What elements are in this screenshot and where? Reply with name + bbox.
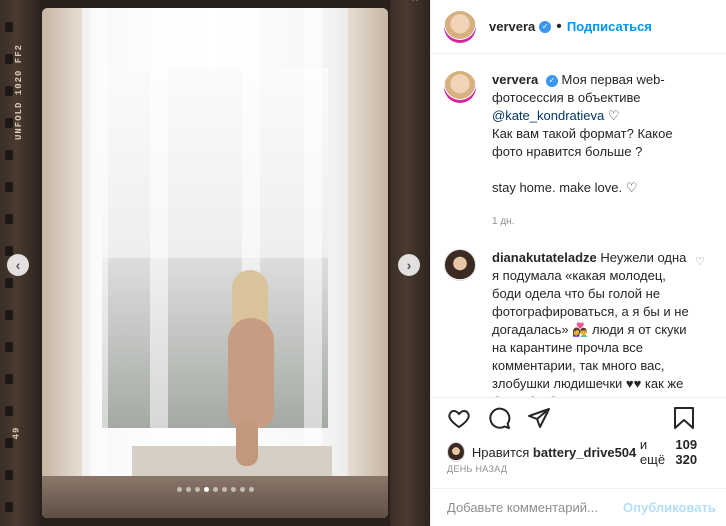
like-comment-heart-icon[interactable]: ♡	[695, 255, 705, 268]
comment-text: Неужели одна я подумала «какая молодец, …	[492, 250, 689, 397]
likes-count[interactable]: 109 320	[675, 437, 717, 467]
avatar[interactable]	[447, 442, 465, 462]
caption-time: 1 дн.	[492, 216, 515, 227]
avatar[interactable]	[444, 10, 476, 43]
heart-icon[interactable]	[447, 406, 471, 430]
caption-question: Как вам такой формат? Какое фото нравитс…	[492, 126, 673, 159]
likes-prefix: Нравится	[471, 444, 530, 460]
comment-body: dianakutateladze Неужели одна я подумала…	[492, 249, 692, 397]
comment-input[interactable]	[447, 500, 623, 515]
list-item: dianakutateladze Неужели одна я подумала…	[431, 231, 726, 397]
wall-right	[348, 8, 388, 518]
verified-badge-icon: ✓	[539, 20, 552, 33]
caption: ververa ✓ Моя первая web-фотосессия в об…	[431, 55, 726, 231]
carousel-dot[interactable]	[221, 487, 227, 492]
comment-username[interactable]: dianakutateladze	[492, 250, 597, 265]
curtain-fold	[150, 8, 168, 518]
carousel-dot[interactable]	[212, 487, 218, 492]
chevron-right-icon[interactable]: ›	[398, 254, 420, 276]
mention-link[interactable]: @kate_kondratieva	[492, 108, 604, 123]
carousel-dot[interactable]	[176, 487, 182, 492]
caption-username[interactable]: ververa	[492, 72, 538, 87]
person-figure	[210, 270, 290, 470]
floor	[42, 476, 388, 518]
action-bar	[431, 397, 726, 437]
post-header: ververa ✓ • Подписаться	[431, 0, 726, 54]
chevron-left-icon[interactable]: ‹	[7, 254, 29, 276]
caption-tagline: stay home. make love.	[492, 180, 623, 195]
post-sidebar: ververa ✓ • Подписаться ververa ✓ Моя пе…	[430, 0, 726, 526]
carousel-dot[interactable]	[248, 487, 254, 492]
avatar[interactable]	[444, 249, 476, 281]
follow-button[interactable]: Подписаться	[567, 19, 652, 34]
post-viewer: UNFOLD 1020 FF2 0912 49 ‹ ›	[0, 0, 726, 526]
header-username[interactable]: ververa	[489, 19, 535, 34]
share-icon[interactable]	[527, 406, 551, 430]
film-number: 49	[11, 426, 22, 440]
wall-left	[42, 8, 82, 518]
curtain-fold	[90, 8, 108, 518]
heart-outline-icon: ♡	[625, 180, 638, 195]
post-date: ДЕНЬ НАЗАД	[447, 464, 508, 474]
caption-body: ververa ✓ Моя первая web-фотосессия в об…	[492, 71, 692, 231]
likes-middle: и ещё	[639, 437, 666, 467]
likes-line: Нравится battery_drive504 и ещё 109 320	[447, 437, 717, 467]
likes-user[interactable]: battery_drive504	[533, 445, 636, 460]
carousel-dot[interactable]	[203, 487, 209, 492]
carousel-dot[interactable]	[230, 487, 236, 492]
film-label-left: UNFOLD 1020 FF2	[14, 43, 24, 140]
comments-list[interactable]: ververa ✓ Моя первая web-фотосессия в об…	[431, 55, 726, 397]
add-comment-bar: Опубликовать	[431, 488, 726, 526]
avatar[interactable]	[444, 71, 476, 103]
heart-outline-icon: ♡	[607, 108, 620, 123]
carousel-dot[interactable]	[185, 487, 191, 492]
carousel-dots	[0, 487, 430, 492]
carousel-dot[interactable]	[239, 487, 245, 492]
curtain-fold	[304, 8, 322, 518]
separator: •	[556, 17, 562, 35]
photo-frame	[42, 8, 388, 518]
carousel-dot[interactable]	[194, 487, 200, 492]
comment-icon[interactable]	[487, 406, 511, 430]
post-photo[interactable]: UNFOLD 1020 FF2 0912 49 ‹ ›	[0, 0, 430, 526]
film-label-right: 0912	[410, 0, 420, 2]
verified-badge-icon: ✓	[545, 75, 558, 87]
publish-button[interactable]: Опубликовать	[623, 500, 716, 515]
bookmark-icon[interactable]	[673, 406, 695, 430]
